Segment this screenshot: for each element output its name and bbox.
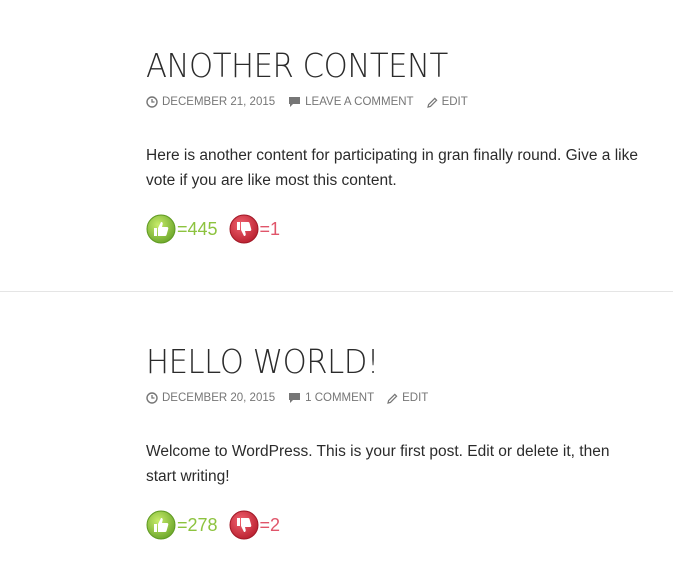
like-button[interactable]: =445 <box>146 214 218 244</box>
dislike-count: =1 <box>259 218 281 239</box>
post-edit-link[interactable]: EDIT <box>426 96 468 108</box>
post-comments-label: LEAVE A COMMENT <box>305 96 414 108</box>
post-meta: DECEMBER 21, 2015 LEAVE A COMMENT EDIT <box>146 95 481 109</box>
post-comments-link[interactable]: 1 COMMENT <box>288 392 374 404</box>
vote-buttons: =278 =2 <box>146 510 291 540</box>
like-count: =445 <box>177 218 218 239</box>
post-date[interactable]: DECEMBER 20, 2015 <box>146 392 275 404</box>
post-edit-link[interactable]: EDIT <box>387 392 428 404</box>
post-date-label: DECEMBER 21, 2015 <box>162 96 276 108</box>
post-edit-label: EDIT <box>441 96 468 108</box>
dislike-count: =2 <box>259 514 281 535</box>
post-meta: DECEMBER 20, 2015 1 COMMENT EDIT <box>146 391 441 405</box>
post-comments-link[interactable]: LEAVE A COMMENT <box>288 96 414 108</box>
pencil-icon <box>387 393 398 404</box>
comment-bubble-icon <box>289 97 301 107</box>
pencil-icon <box>426 97 438 108</box>
dislike-button[interactable]: =2 <box>229 510 281 540</box>
post-divider <box>0 291 673 292</box>
post-content: Here is another content for participatin… <box>146 147 638 189</box>
post-edit-label: EDIT <box>402 392 429 404</box>
dislike-button[interactable]: =1 <box>229 214 281 244</box>
post-content: Welcome to WordPress. This is your first… <box>146 443 610 485</box>
like-button[interactable]: =278 <box>146 510 218 540</box>
thumbs-up-icon <box>146 510 176 540</box>
thumbs-down-icon <box>229 214 259 244</box>
clock-icon <box>146 392 158 404</box>
comment-bubble-icon <box>289 393 301 403</box>
post-title[interactable]: HELLO WORLD! <box>146 342 379 381</box>
post-title[interactable]: ANOTHER CONTENT <box>146 46 448 85</box>
clock-icon <box>146 96 158 108</box>
thumbs-down-icon <box>229 510 259 540</box>
post-date-label: DECEMBER 20, 2015 <box>162 392 276 404</box>
like-count: =278 <box>177 514 218 535</box>
post-date[interactable]: DECEMBER 21, 2015 <box>146 96 275 108</box>
post-comments-label: 1 COMMENT <box>305 392 375 404</box>
vote-buttons: =445 =1 <box>146 214 291 244</box>
thumbs-up-icon <box>146 214 176 244</box>
